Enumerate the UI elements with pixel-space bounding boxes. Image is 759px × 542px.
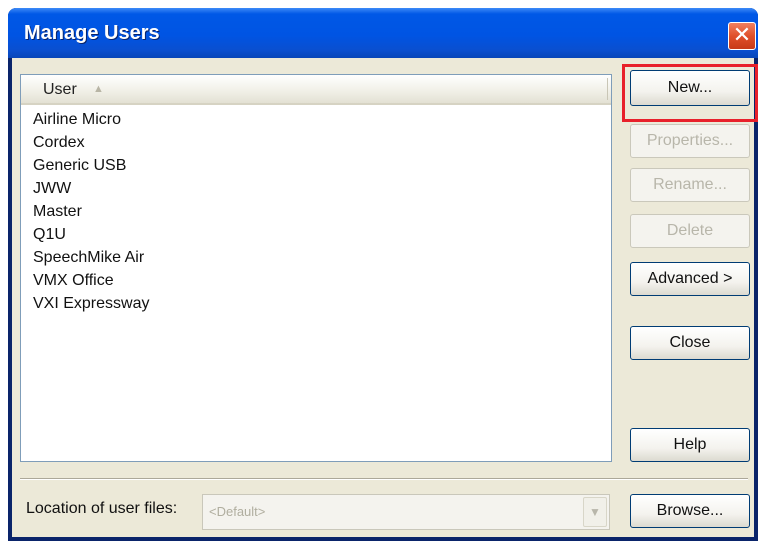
rename-button[interactable]: Rename... — [630, 168, 750, 202]
location-dropdown-button[interactable]: ▼ — [583, 497, 607, 527]
list-item-q1u[interactable]: Q1U — [33, 224, 66, 246]
list-item-master[interactable]: Master — [33, 201, 82, 223]
location-value: <Default> — [209, 504, 266, 519]
dialog-body: User ▲ Airline Micro Cordex Generic USB … — [12, 58, 758, 537]
list-item-cordex[interactable]: Cordex — [33, 132, 85, 154]
column-divider[interactable] — [607, 78, 608, 100]
sort-ascending-icon: ▲ — [93, 83, 104, 95]
help-button[interactable]: Help — [630, 428, 750, 462]
location-combobox[interactable]: <Default> ▼ — [202, 494, 610, 530]
list-item-vxi-expressway[interactable]: VXI Expressway — [33, 293, 149, 315]
close-button[interactable]: Close — [630, 326, 750, 360]
title-bar[interactable]: Manage Users ✕ — [8, 8, 758, 58]
list-item-jww[interactable]: JWW — [33, 178, 71, 200]
column-header-label: User — [43, 81, 77, 98]
column-header-user[interactable]: User ▲ — [21, 75, 611, 103]
delete-button[interactable]: Delete — [630, 214, 750, 248]
new-button[interactable]: New... — [630, 70, 750, 106]
window-title: Manage Users — [24, 22, 160, 44]
list-item-airline-micro[interactable]: Airline Micro — [33, 109, 121, 131]
list-item-generic-usb[interactable]: Generic USB — [33, 155, 126, 177]
close-icon: ✕ — [732, 22, 752, 47]
separator-line — [20, 478, 748, 480]
chevron-down-icon: ▼ — [589, 505, 601, 519]
manage-users-window: Manage Users ✕ User ▲ Airline Micro Cord… — [8, 8, 758, 541]
list-item-speechmike-air[interactable]: SpeechMike Air — [33, 247, 144, 269]
properties-button[interactable]: Properties... — [630, 124, 750, 158]
list-header: User ▲ — [21, 75, 611, 105]
list-item-vmx-office[interactable]: VMX Office — [33, 270, 114, 292]
close-window-button[interactable]: ✕ — [728, 22, 756, 50]
user-list[interactable]: User ▲ Airline Micro Cordex Generic USB … — [20, 74, 612, 462]
advanced-button[interactable]: Advanced > — [630, 262, 750, 296]
location-label: Location of user files: — [26, 500, 178, 517]
browse-button[interactable]: Browse... — [630, 494, 750, 528]
